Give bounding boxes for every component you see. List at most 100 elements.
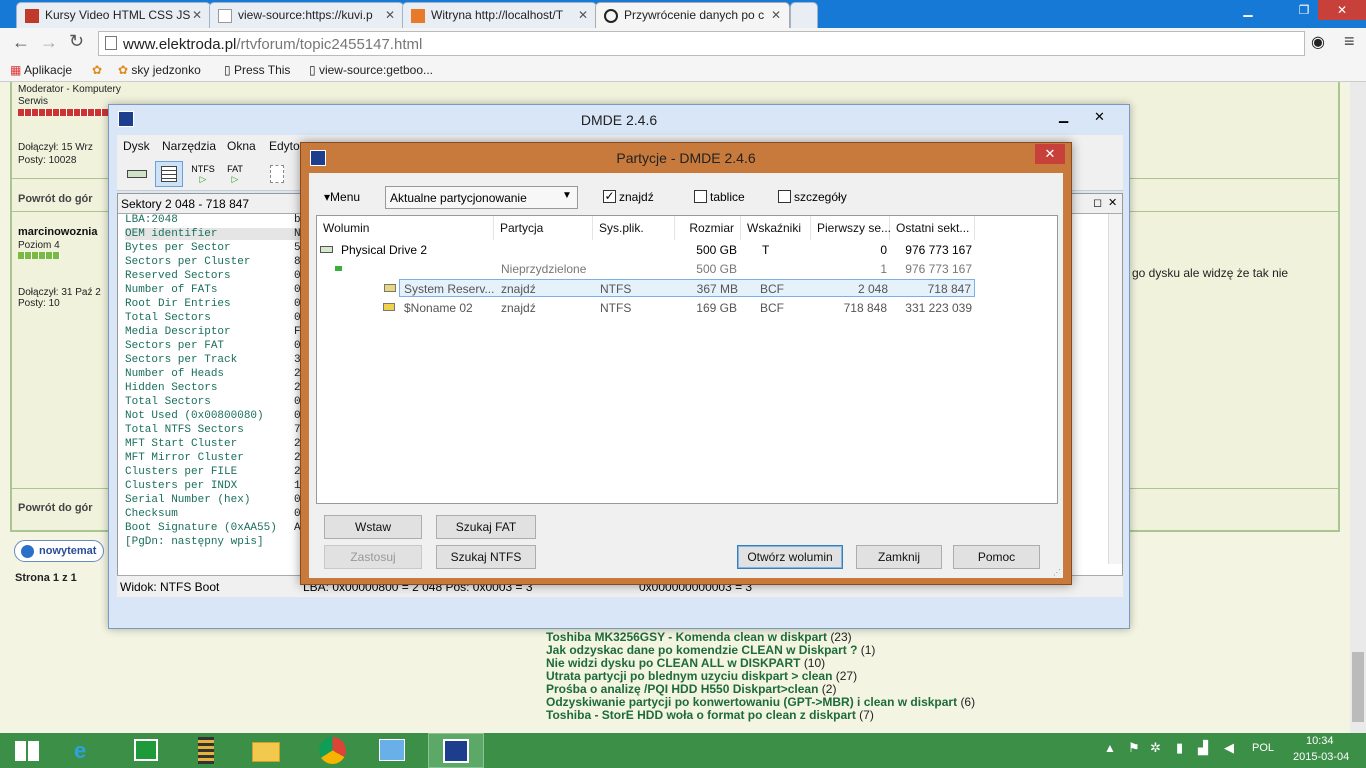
dmde-task-icon[interactable] <box>428 733 484 768</box>
fat-scan-button[interactable]: FAT ▷ <box>221 161 249 187</box>
extension-icon[interactable]: ◉ <box>1311 32 1325 52</box>
col-wolumin[interactable]: Wolumin <box>317 216 494 240</box>
tab-view-source[interactable]: view-source:https://kuvi.p ✕ <box>209 2 404 28</box>
bookmark-sky-jedzonko[interactable]: ✿ sky jedzonko <box>118 63 201 77</box>
minimize-icon[interactable]: ▁ <box>1059 109 1068 123</box>
table-row[interactable]: Nieprzydzielone 500 GB 1 976 773 167 <box>317 259 1057 278</box>
flag-icon[interactable]: ⚑ <box>1128 740 1140 756</box>
control-panel-icon[interactable] <box>364 733 420 768</box>
boot-field-label[interactable]: MFT Start Cluster <box>125 438 237 450</box>
close-tab-icon[interactable]: ✕ <box>192 8 202 22</box>
tables-checkbox[interactable] <box>694 190 707 203</box>
network-tray-icon[interactable]: ✲ <box>1150 740 1161 756</box>
chrome-icon[interactable] <box>304 733 360 768</box>
boot-field-label[interactable]: Total Sectors <box>125 396 211 408</box>
back-arrow-icon[interactable]: ← <box>12 32 30 53</box>
maximize-icon[interactable]: ◻ <box>1093 196 1102 209</box>
related-topic[interactable]: Prośba o analizę /PQI HDD H550 Diskpart>… <box>546 682 836 696</box>
menu-okna[interactable]: Okna <box>227 139 256 153</box>
table-row[interactable]: Physical Drive 2 500 GB T 0 976 773 167 <box>317 240 1057 259</box>
boot-field-label[interactable]: [PgDn: następny wpis] <box>125 536 264 548</box>
related-topic[interactable]: Toshiba - StorE HDD woła o format po cle… <box>546 708 874 722</box>
menu-button[interactable]: ▾Menu <box>324 190 360 204</box>
address-bar[interactable]: www.elektroda.pl/rtvforum/topic2455147.h… <box>98 31 1305 56</box>
close-button[interactable]: Zamknij <box>856 545 942 569</box>
boot-field-label[interactable]: Reserved Sectors <box>125 270 231 282</box>
film-icon[interactable] <box>178 733 234 768</box>
back-to-top-link[interactable]: Powrót do gór <box>18 502 93 514</box>
partitioning-dropdown[interactable]: Aktualne partycjonowanie ▼ <box>385 186 578 209</box>
scrollbar-thumb[interactable] <box>1352 652 1364 722</box>
related-topic[interactable]: Toshiba MK3256GSY - Komenda clean w disk… <box>546 630 852 644</box>
new-tab-button[interactable] <box>790 2 818 28</box>
signal-icon[interactable]: ▟ <box>1198 740 1208 756</box>
tab-localhost[interactable]: Witryna http://localhost/T ✕ <box>402 2 597 28</box>
volume-icon[interactable]: ◀ <box>1224 740 1234 756</box>
boot-field-label[interactable]: Clusters per FILE <box>125 466 237 478</box>
boot-field-label[interactable]: Sectors per FAT <box>125 340 224 352</box>
battery-icon[interactable]: ▮ <box>1176 740 1183 756</box>
related-topic[interactable]: Utrata partycji po blednym uzyciu diskpa… <box>546 669 857 683</box>
bookmark-paw[interactable]: ✿ <box>92 63 102 77</box>
restore-icon[interactable]: ❐ <box>1290 0 1318 20</box>
search-fat-button[interactable]: Szukaj FAT <box>436 515 536 539</box>
open-volume-button[interactable]: Otwórz wolumin <box>737 545 843 569</box>
apply-button[interactable]: Zastosuj <box>324 545 422 569</box>
boot-field-label[interactable]: Root Dir Entries <box>125 298 231 310</box>
bookmark-press-this[interactable]: ▯ Press This <box>224 63 290 77</box>
related-topic[interactable]: Jak odzyskac dane po komendzie CLEAN w D… <box>546 643 875 657</box>
table-row[interactable]: $Noname 02 znajdź NTFS 169 GB BCF 718 84… <box>317 298 1057 317</box>
col-first-sector[interactable]: Pierwszy se... <box>811 216 891 240</box>
boot-field-label[interactable]: Sectors per Cluster <box>125 256 250 268</box>
page-scrollbar[interactable] <box>1350 82 1366 733</box>
file-icon[interactable] <box>263 161 291 187</box>
boot-field-label[interactable]: LBA:2048 <box>125 214 178 226</box>
username[interactable]: marcinowoznia <box>18 226 97 238</box>
start-button[interactable] <box>0 733 56 768</box>
reload-icon[interactable]: ↻ <box>69 31 84 52</box>
col-sys[interactable]: Sys.plik. <box>593 216 675 240</box>
menu-edytor[interactable]: Edytor <box>269 139 304 153</box>
bookmark-view-source[interactable]: ▯ view-source:getboo... <box>309 63 433 77</box>
bookmark-apps[interactable]: ▦ Aplikacje <box>10 63 72 77</box>
close-icon[interactable]: ✕ <box>1094 109 1105 125</box>
menu-icon[interactable]: ≡ <box>1344 31 1355 52</box>
boot-field-label[interactable]: Number of FATs <box>125 284 217 296</box>
close-tab-icon[interactable]: ✕ <box>385 8 395 22</box>
boot-field-label[interactable]: Number of Heads <box>125 368 224 380</box>
boot-field-label[interactable]: Hidden Sectors <box>125 382 217 394</box>
partitions-icon[interactable] <box>155 161 183 187</box>
dialog-close-icon[interactable]: ✕ <box>1035 144 1065 164</box>
menu-dysk[interactable]: Dysk <box>123 139 150 153</box>
table-row-selected[interactable]: System Reserv... znajdź NTFS 367 MB BCF … <box>384 279 975 297</box>
col-rozmiar[interactable]: Rozmiar <box>675 216 741 240</box>
boot-field-label[interactable]: Checksum <box>125 508 178 520</box>
language-indicator[interactable]: POL <box>1252 742 1274 754</box>
related-topic[interactable]: Odzyskiwanie partycji po konwertowaniu (… <box>546 695 975 709</box>
help-button[interactable]: Pomoc <box>953 545 1040 569</box>
boot-field-label[interactable]: OEM identifier <box>125 228 301 240</box>
col-wskazniki[interactable]: Wskaźniki <box>741 216 811 240</box>
new-topic-button[interactable]: nowytemat <box>14 540 104 562</box>
clock-time[interactable]: 10:34 <box>1306 735 1334 747</box>
menu-narzedzia[interactable]: Narzędzia <box>162 139 216 153</box>
details-checkbox[interactable] <box>778 190 791 203</box>
disk-icon[interactable] <box>123 161 151 187</box>
search-ntfs-button[interactable]: Szukaj NTFS <box>436 545 536 569</box>
clock-date[interactable]: 2015-03-04 <box>1293 751 1349 763</box>
found-checkbox[interactable]: ✓ <box>603 190 616 203</box>
boot-field-label[interactable]: Sectors per Track <box>125 354 237 366</box>
boot-field-label[interactable]: Boot Signature (0xAA55) <box>125 522 277 534</box>
tab-active-przywrocenie[interactable]: Przywrócenie danych po c ✕ <box>595 2 790 28</box>
minimize-icon[interactable]: ▁ <box>1234 0 1262 20</box>
boot-field-label[interactable]: Media Descriptor <box>125 326 231 338</box>
sector-scrollbar[interactable] <box>1108 214 1122 564</box>
boot-field-label[interactable]: Clusters per INDX <box>125 480 237 492</box>
boot-field-label[interactable]: Serial Number (hex) <box>125 494 250 506</box>
tab-kursy-video[interactable]: Kursy Video HTML CSS JS ✕ <box>16 2 211 28</box>
tray-chevron-icon[interactable]: ▲ <box>1104 741 1116 755</box>
boot-field-label[interactable]: Total NTFS Sectors <box>125 424 244 436</box>
boot-field-label[interactable]: Bytes per Sector <box>125 242 231 254</box>
boot-field-label[interactable]: MFT Mirror Cluster <box>125 452 244 464</box>
boot-field-label[interactable]: Total Sectors <box>125 312 211 324</box>
